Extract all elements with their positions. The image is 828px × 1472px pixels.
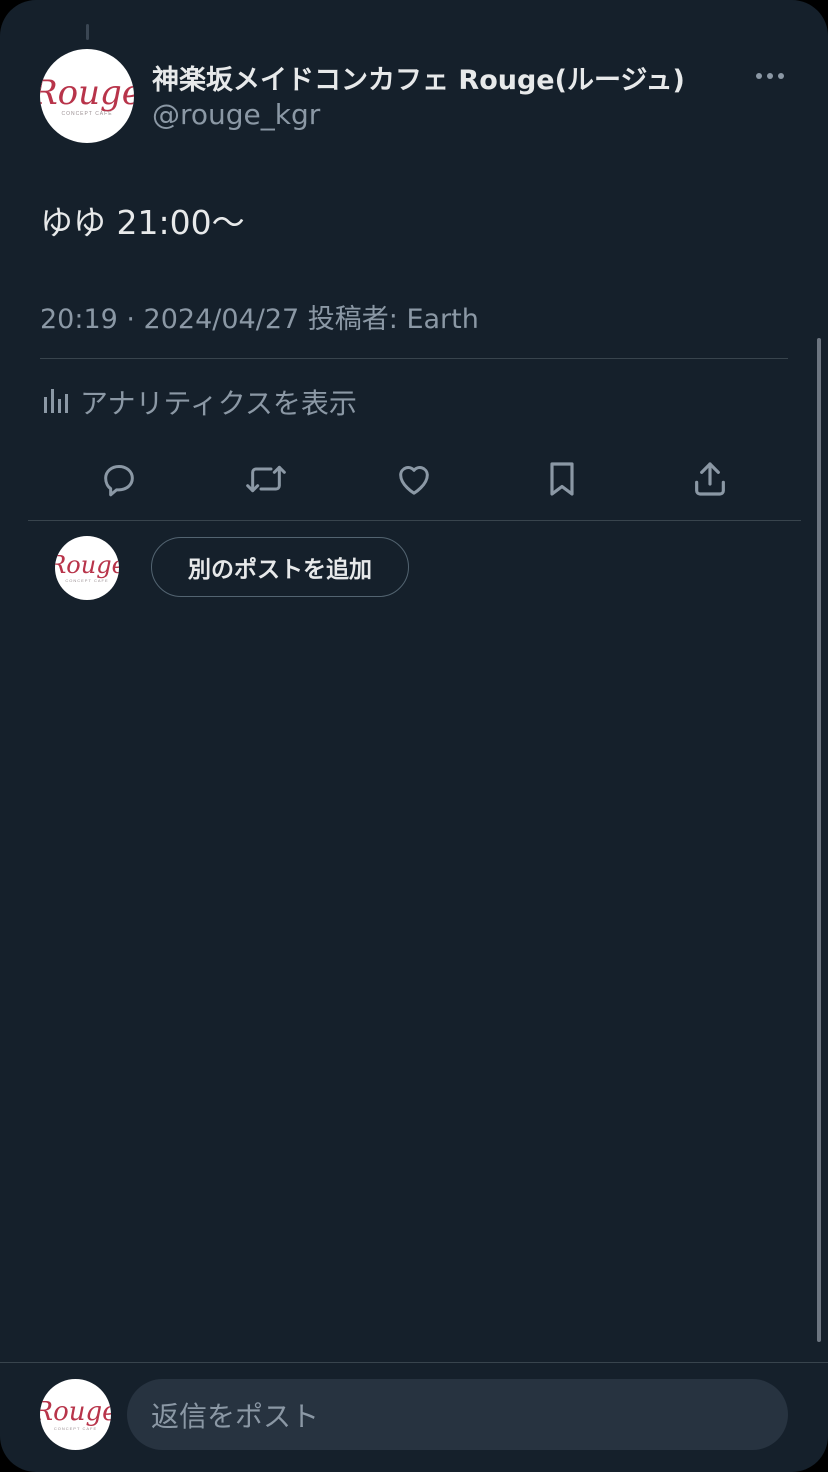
reply-icon bbox=[104, 465, 134, 497]
avatar-logo-text: Rouge bbox=[55, 551, 119, 579]
composer-avatar[interactable]: Rouge CONCEPT CAFE bbox=[40, 1379, 111, 1450]
add-another-post-button[interactable]: 別のポストを追加 bbox=[151, 537, 409, 597]
like-button[interactable] bbox=[389, 454, 439, 504]
post-meta: 20:19 · 2024/04/27 投稿者: Earth bbox=[40, 304, 479, 335]
bookmark-button[interactable] bbox=[537, 454, 587, 504]
reply-input[interactable]: 返信をポスト bbox=[127, 1379, 788, 1450]
view-analytics-link[interactable]: アナリティクスを表示 bbox=[40, 382, 357, 422]
current-user-avatar[interactable]: Rouge CONCEPT CAFE bbox=[55, 536, 119, 600]
avatar-logo-sub: CONCEPT CAFE bbox=[61, 110, 113, 117]
analytics-label: アナリティクスを表示 bbox=[80, 387, 357, 420]
repost-button[interactable] bbox=[241, 454, 291, 504]
repost-icon bbox=[246, 465, 286, 493]
bookmark-icon bbox=[550, 462, 574, 496]
avatar-logo-sub: CONCEPT CAFE bbox=[53, 1425, 98, 1431]
thread-connector-line bbox=[86, 24, 89, 40]
more-options-icon[interactable] bbox=[750, 62, 790, 90]
analytics-icon bbox=[40, 385, 68, 419]
share-button[interactable] bbox=[685, 454, 735, 504]
author-handle[interactable]: @rouge_kgr bbox=[152, 98, 320, 131]
divider bbox=[40, 358, 788, 359]
action-bar bbox=[44, 454, 784, 504]
screen: Rouge CONCEPT CAFE 神楽坂メイドコンカフェ Rouge(ルージ… bbox=[0, 0, 828, 1472]
reply-button[interactable] bbox=[94, 454, 144, 504]
post-text: ゆゆ 21:00〜 bbox=[40, 203, 245, 242]
avatar-logo-sub: CONCEPT CAFE bbox=[65, 578, 109, 583]
divider bbox=[28, 520, 801, 521]
avatar-logo-text: Rouge bbox=[40, 1396, 111, 1427]
avatar-logo-text: Rouge bbox=[40, 72, 134, 113]
scrollbar[interactable] bbox=[817, 338, 821, 1342]
like-icon bbox=[399, 466, 429, 495]
share-icon bbox=[695, 462, 725, 496]
author-avatar[interactable]: Rouge CONCEPT CAFE bbox=[40, 49, 134, 143]
author-display-name[interactable]: 神楽坂メイドコンカフェ Rouge(ルージュ) bbox=[152, 58, 685, 97]
